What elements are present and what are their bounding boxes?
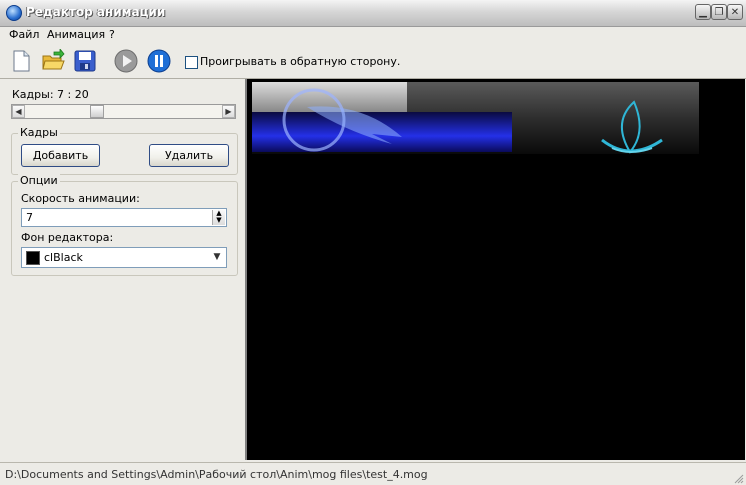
frame-slider[interactable]: ◀ ▶ (11, 104, 236, 119)
frames-counter: Кадры: 7 : 20 (12, 88, 89, 101)
background-select[interactable]: clBlack ▼ (21, 247, 227, 268)
app-icon (6, 5, 22, 21)
title-bar[interactable]: Редактор анимации ▁ ❐ ✕ (0, 0, 746, 27)
play-icon[interactable] (114, 49, 138, 73)
background-value: clBlack (44, 251, 83, 264)
menu-bar: Файл Анимация ? (0, 27, 746, 43)
file-path: D:\Documents and Settings\Admin\Рабочий … (5, 468, 428, 481)
add-frame-button[interactable]: Добавить (21, 144, 100, 167)
menu-help[interactable]: ? (109, 28, 115, 41)
slider-left-arrow-icon[interactable]: ◀ (12, 105, 25, 118)
window-title: Редактор анимации (26, 5, 166, 19)
maximize-button[interactable]: ❐ (711, 4, 727, 20)
animation-frame-image (252, 82, 699, 154)
speed-label: Скорость анимации: (21, 192, 140, 205)
chevron-down-icon[interactable]: ▼ (210, 250, 224, 265)
close-button[interactable]: ✕ (727, 4, 743, 20)
reverse-playback-label: Проигрывать в обратную сторону. (200, 55, 401, 68)
delete-frame-button[interactable]: Удалить (149, 144, 229, 167)
pause-icon[interactable] (147, 49, 171, 73)
minimize-button[interactable]: ▁ (695, 4, 711, 20)
menu-file[interactable]: Файл (9, 28, 39, 41)
options-group-title: Опции (18, 174, 60, 187)
background-label: Фон редактора: (21, 231, 114, 244)
speed-spinner[interactable]: 7 ▲ ▼ (21, 208, 227, 227)
editor-window: Редактор анимации ▁ ❐ ✕ Файл Анимация ? (0, 0, 746, 485)
save-icon[interactable] (73, 49, 97, 73)
speed-value[interactable]: 7 (26, 211, 33, 224)
open-folder-icon[interactable] (41, 49, 65, 73)
reverse-playback-checkbox[interactable] (185, 56, 198, 69)
animation-canvas[interactable] (245, 79, 745, 460)
status-bar: D:\Documents and Settings\Admin\Рабочий … (0, 462, 746, 485)
new-file-icon[interactable] (9, 49, 33, 73)
slider-thumb[interactable] (90, 105, 104, 118)
slider-right-arrow-icon[interactable]: ▶ (222, 105, 235, 118)
resize-grip-icon[interactable] (732, 472, 744, 484)
menu-animation[interactable]: Анимация (47, 28, 105, 41)
color-swatch (26, 251, 40, 265)
spinner-arrows-icon[interactable]: ▲ ▼ (212, 210, 225, 225)
frames-group-title: Кадры (18, 126, 60, 139)
